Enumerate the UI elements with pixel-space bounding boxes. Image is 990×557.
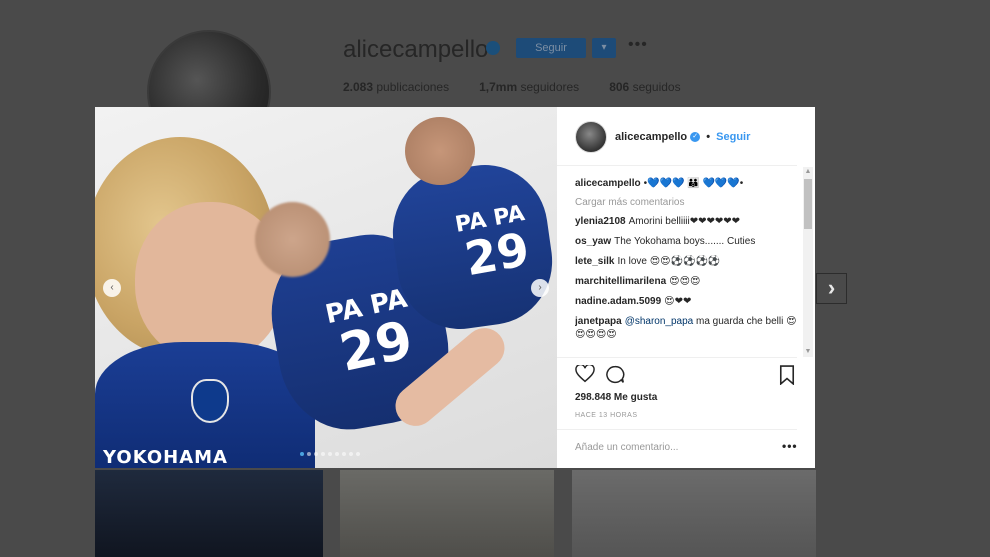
list-item: nadine.adam.5099 😍❤❤ [575, 295, 797, 308]
scroll-thumb[interactable] [804, 179, 812, 229]
profile-stats: 2.083 publicaciones 1,7mm seguidores 806… [343, 80, 681, 94]
carousel-dot [335, 452, 339, 456]
post-photo[interactable]: YOKOHAMA PA PA 29 PA PA 29 ‹ › [95, 107, 557, 468]
carousel-dot [356, 452, 360, 456]
scroll-up-icon[interactable]: ▲ [803, 167, 813, 177]
divider [557, 357, 797, 358]
comment-username[interactable]: marchitellimarilena [575, 276, 666, 287]
comment-text: 😍❤❤ [664, 296, 692, 307]
comment-text: Amorini belliiii❤❤❤❤❤❤ [628, 216, 741, 227]
author-avatar[interactable] [575, 121, 607, 153]
comment-username[interactable]: os_yaw [575, 236, 611, 247]
carousel-dot [314, 452, 318, 456]
grid-post-thumbnail[interactable] [340, 470, 554, 557]
bookmark-icon[interactable] [779, 365, 795, 385]
list-item: marchitellimarilena 😍😍😍 [575, 275, 797, 288]
photo-baby-right-head [405, 117, 475, 185]
list-item: lete_silk In love 😍😍⚽⚽⚽⚽ [575, 255, 797, 268]
grid-post-thumbnail[interactable] [572, 470, 816, 557]
post-timestamp: HACE 13 HORAS [575, 412, 638, 419]
post-modal: YOKOHAMA PA PA 29 PA PA 29 ‹ › alicecamp… [95, 107, 815, 468]
comment-icon[interactable] [605, 365, 625, 384]
carousel-indicator [300, 452, 360, 456]
carousel-dot [328, 452, 332, 456]
verified-badge-icon: ✓ [690, 132, 701, 143]
post-header: alicecampello ✓ • Seguir [557, 107, 797, 166]
comments-scrollbar[interactable]: ▲ ▼ [803, 167, 813, 357]
list-item: ylenia2108 Amorini belliiii❤❤❤❤❤❤ [575, 215, 797, 228]
carousel-prev-icon[interactable]: ‹ [103, 279, 121, 297]
followers-stat[interactable]: 1,7mm seguidores [479, 80, 579, 94]
comment-username[interactable]: lete_silk [575, 256, 614, 267]
comment-text: The Yokohama boys....... Cuties [614, 236, 756, 247]
add-comment-input[interactable] [575, 439, 765, 455]
jersey-number: 29 [460, 221, 534, 287]
comment-mention[interactable]: @sharon_papa [625, 316, 694, 327]
comments-list: alicecampello •💙💙💙 👪 💙💙💙• Cargar más come… [575, 177, 797, 357]
divider [557, 429, 797, 430]
comment-text: •💙💙💙 👪 💙💙💙• [643, 178, 744, 189]
carousel-next-icon[interactable]: › [531, 279, 549, 297]
scroll-down-icon[interactable]: ▼ [803, 347, 813, 357]
carousel-dot [300, 452, 304, 456]
grid-post-thumbnail[interactable] [95, 470, 323, 557]
jersey-sponsor: YOKOHAMA [103, 447, 228, 468]
chevron-down-icon[interactable]: ▾ [592, 38, 616, 58]
likes-count[interactable]: 298.848 Me gusta [575, 392, 657, 403]
post-details-panel: alicecampello ✓ • Seguir alicecampello •💙💙… [557, 107, 815, 468]
comment-text: In love 😍😍⚽⚽⚽⚽ [617, 256, 721, 267]
carousel-dot [342, 452, 346, 456]
list-item: janetpapa @sharon_papa ma guarda che bell… [575, 315, 797, 341]
carousel-dot [321, 452, 325, 456]
follow-link[interactable]: Seguir [716, 131, 750, 143]
next-post-arrow-icon[interactable]: › [816, 273, 847, 304]
caption: alicecampello •💙💙💙 👪 💙💙💙• [575, 177, 797, 190]
header-separator: • [706, 131, 711, 143]
list-item: os_yaw The Yokohama boys....... Cuties [575, 235, 797, 248]
comment-text: 😍😍😍 [669, 276, 701, 287]
photo-baby-left-head [255, 202, 330, 277]
posts-stat: 2.083 publicaciones [343, 80, 450, 94]
author-username[interactable]: alicecampello [615, 131, 687, 143]
club-crest-icon [191, 379, 229, 423]
following-stat[interactable]: 806 seguidos [609, 80, 680, 94]
comment-username[interactable]: ylenia2108 [575, 216, 626, 227]
comment-username[interactable]: janetpapa [575, 316, 622, 327]
verified-badge-icon [486, 41, 500, 55]
carousel-dot [349, 452, 353, 456]
more-options-icon[interactable]: ••• [782, 439, 798, 453]
heart-icon[interactable] [575, 365, 595, 383]
profile-follow-button[interactable]: Seguir [516, 38, 586, 58]
load-more-comments-link[interactable]: Cargar más comentarios [575, 197, 797, 208]
comment-username[interactable]: nadine.adam.5099 [575, 296, 661, 307]
profile-username: alicecampello [343, 36, 489, 63]
comment-username[interactable]: alicecampello [575, 178, 641, 189]
profile-more-icon[interactable]: ••• [628, 36, 648, 54]
carousel-dot [307, 452, 311, 456]
